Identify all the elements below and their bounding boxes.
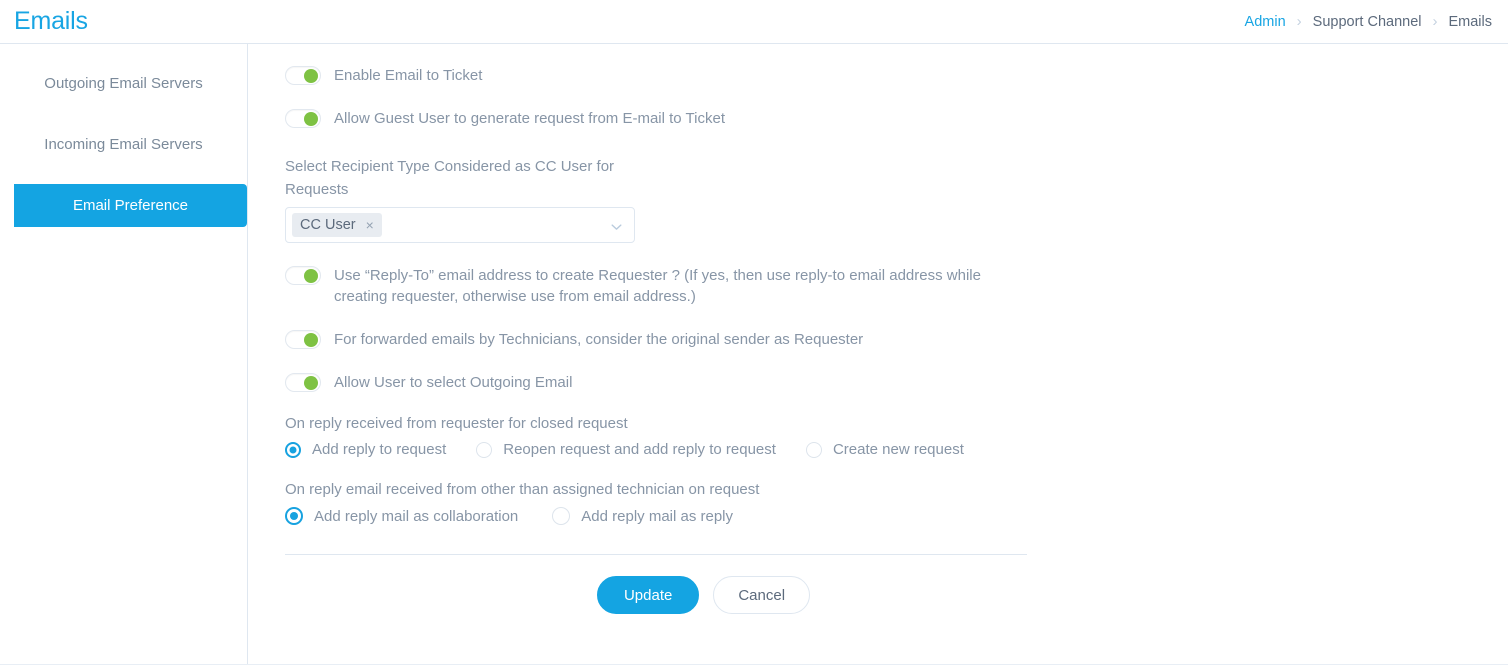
radio-group-2-title: On reply email received from other than … bbox=[285, 481, 760, 498]
chevron-right-icon: › bbox=[1432, 13, 1438, 30]
radio-group-closed-request-reply: On reply received from requester for clo… bbox=[285, 415, 1027, 463]
chevron-right-icon: › bbox=[1296, 13, 1302, 30]
setting-row-reply-to-address: Use “Reply-To” email address to create R… bbox=[285, 265, 1027, 307]
toggle-label-allow-guest-user: Allow Guest User to generate request fro… bbox=[334, 110, 725, 127]
radio-group-other-technician-reply: On reply email received from other than … bbox=[285, 481, 1027, 530]
breadcrumb-item-emails: Emails bbox=[1448, 13, 1492, 30]
radio-option-add-reply-to-request[interactable]: Add reply to request bbox=[285, 441, 446, 458]
recipient-type-field: Select Recipient Type Considered as CC U… bbox=[285, 155, 1027, 243]
toggle-allow-guest-user[interactable] bbox=[285, 109, 321, 128]
radio-group-1-options: Add reply to request Reopen request and … bbox=[285, 441, 1027, 463]
radio-indicator[interactable] bbox=[285, 507, 303, 525]
setting-row-allow-guest-user: Allow Guest User to generate request fro… bbox=[285, 108, 1027, 129]
close-icon[interactable]: × bbox=[366, 218, 374, 232]
chip-label: CC User bbox=[300, 217, 356, 233]
cancel-button[interactable]: Cancel bbox=[713, 576, 811, 614]
recipient-type-select[interactable]: CC User × bbox=[285, 207, 635, 243]
breadcrumb-item-admin[interactable]: Admin bbox=[1245, 14, 1286, 30]
setting-row-enable-email-to-ticket: Enable Email to Ticket bbox=[285, 65, 1027, 86]
main-content: Enable Email to Ticket Allow Guest User … bbox=[248, 44, 1508, 665]
setting-row-allow-user-outgoing-email: Allow User to select Outgoing Email bbox=[285, 372, 1027, 393]
radio-option-add-reply-mail-as-reply[interactable]: Add reply mail as reply bbox=[552, 507, 733, 525]
radio-label: Add reply mail as reply bbox=[581, 507, 734, 525]
sidebar: Outgoing Email Servers Incoming Email Se… bbox=[0, 44, 248, 665]
toggle-knob-icon bbox=[304, 375, 318, 390]
radio-option-reopen-request[interactable]: Reopen request and add reply to request bbox=[476, 441, 776, 458]
chip-cc-user[interactable]: CC User × bbox=[292, 213, 382, 237]
sidebar-item-outgoing-email-servers[interactable]: Outgoing Email Servers bbox=[0, 62, 247, 104]
radio-label: Add reply to request bbox=[312, 441, 447, 458]
page-title: Emails bbox=[14, 7, 88, 35]
toggle-knob-icon bbox=[304, 111, 318, 126]
breadcrumb: Admin › Support Channel › Emails bbox=[1245, 14, 1492, 30]
radio-option-add-reply-mail-as-collaboration[interactable]: Add reply mail as collaboration bbox=[285, 507, 518, 525]
breadcrumb-item-support-channel[interactable]: Support Channel bbox=[1313, 14, 1422, 30]
setting-row-forwarded-emails: For forwarded emails by Technicians, con… bbox=[285, 329, 1027, 350]
radio-label: Add reply mail as collaboration bbox=[314, 507, 519, 525]
sidebar-item-incoming-email-servers[interactable]: Incoming Email Servers bbox=[0, 123, 247, 165]
toggle-knob-icon bbox=[304, 268, 318, 283]
toggle-enable-email-to-ticket[interactable] bbox=[285, 66, 321, 85]
toggle-reply-to-address[interactable] bbox=[285, 266, 321, 285]
sidebar-item-email-preference[interactable]: Email Preference bbox=[14, 184, 247, 227]
toggle-label-reply-to-address: Use “Reply-To” email address to create R… bbox=[334, 267, 981, 305]
toggle-forwarded-emails[interactable] bbox=[285, 330, 321, 349]
app-header: Emails Admin › Support Channel › Emails bbox=[0, 0, 1508, 44]
toggle-label-allow-user-outgoing-email: Allow User to select Outgoing Email bbox=[334, 374, 573, 391]
radio-indicator[interactable] bbox=[552, 507, 571, 525]
toggle-label-forwarded-emails: For forwarded emails by Technicians, con… bbox=[334, 331, 864, 348]
radio-indicator[interactable] bbox=[476, 441, 493, 458]
recipient-type-label: Select Recipient Type Considered as CC U… bbox=[285, 158, 615, 198]
form-actions: Update Cancel bbox=[285, 576, 1027, 614]
email-preference-form: Enable Email to Ticket Allow Guest User … bbox=[285, 65, 1027, 614]
radio-option-create-new-request[interactable]: Create new request bbox=[805, 441, 964, 458]
form-divider bbox=[285, 554, 1027, 555]
toggle-knob-icon bbox=[304, 68, 318, 83]
toggle-knob-icon bbox=[304, 332, 318, 347]
radio-group-2-options: Add reply mail as collaboration Add repl… bbox=[285, 507, 1027, 530]
radio-indicator[interactable] bbox=[285, 441, 301, 458]
radio-group-1-title: On reply received from requester for clo… bbox=[285, 415, 628, 432]
toggle-allow-user-outgoing-email[interactable] bbox=[285, 373, 321, 392]
chevron-down-icon[interactable] bbox=[611, 220, 622, 231]
toggle-label-enable-email-to-ticket: Enable Email to Ticket bbox=[334, 67, 483, 84]
radio-label: Reopen request and add reply to request bbox=[503, 441, 776, 458]
page-body: Outgoing Email Servers Incoming Email Se… bbox=[0, 44, 1508, 665]
radio-label: Create new request bbox=[832, 441, 964, 458]
radio-indicator[interactable] bbox=[805, 441, 822, 458]
update-button[interactable]: Update bbox=[596, 576, 700, 614]
